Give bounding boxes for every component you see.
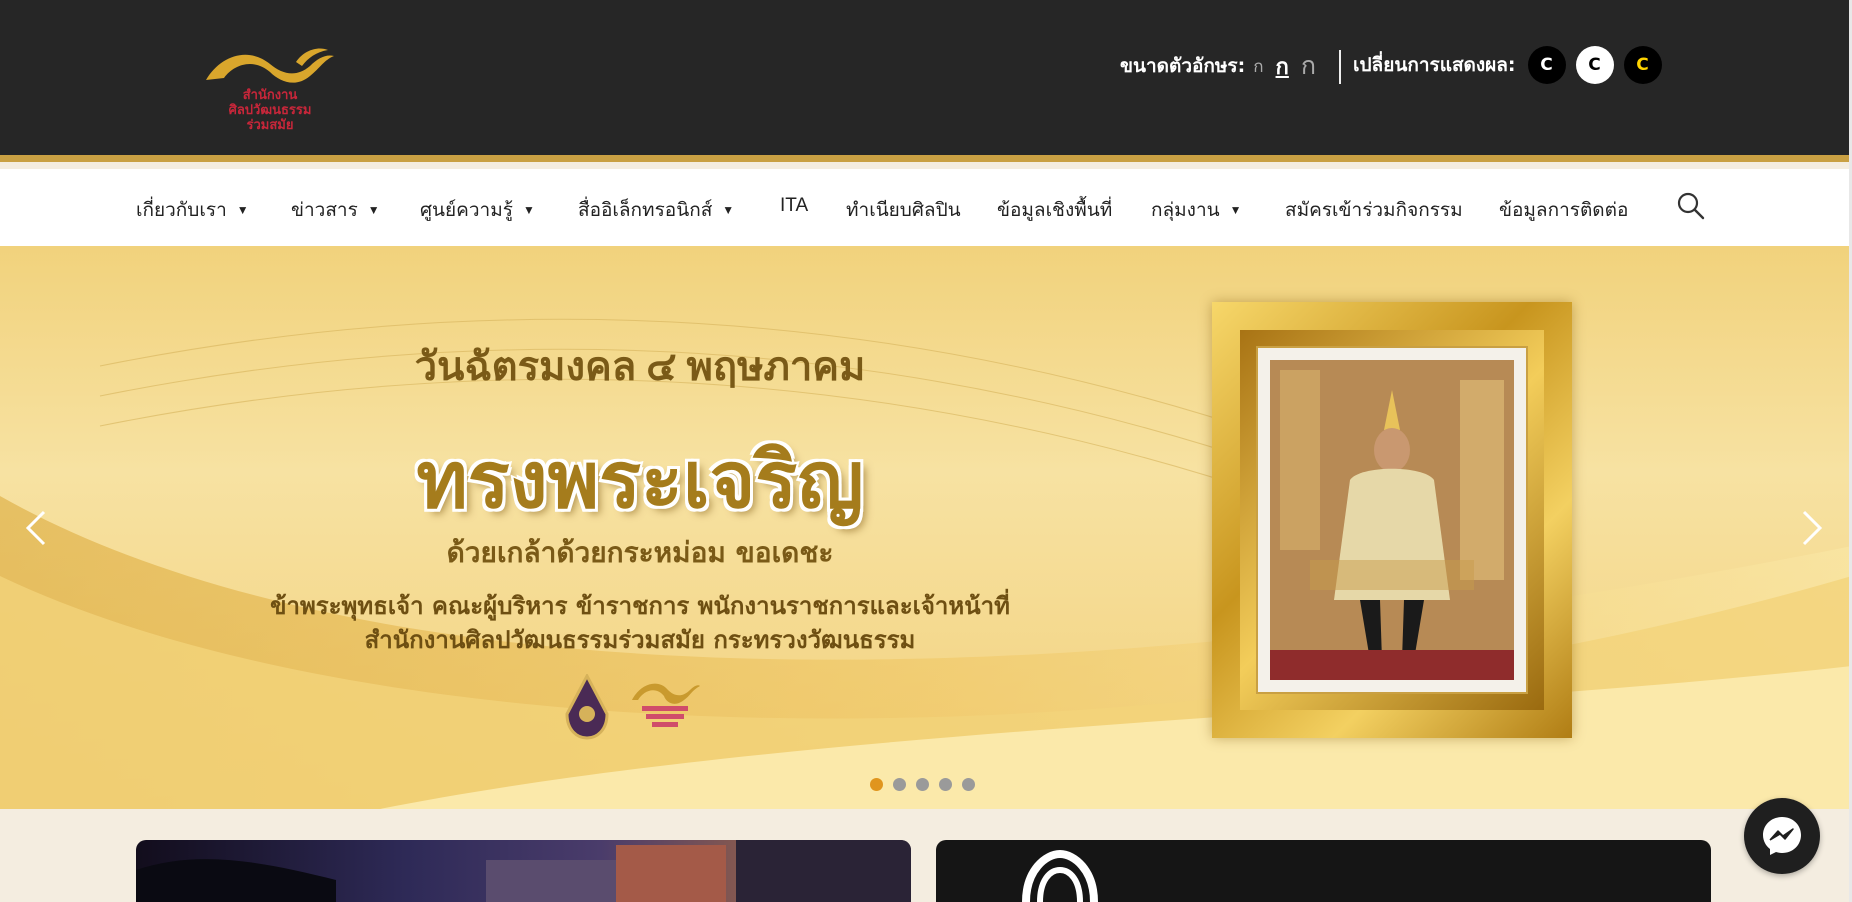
slider-dot-1[interactable] bbox=[870, 778, 883, 791]
nav-label: ข่าวสาร bbox=[291, 200, 358, 221]
nav-label: สมัครเข้าร่วมกิจกรรม bbox=[1285, 200, 1463, 221]
caret-down-icon: ▼ bbox=[722, 203, 735, 217]
nav-label: ITA bbox=[780, 195, 809, 216]
feature-card-left[interactable] bbox=[136, 840, 911, 902]
nav-item-spatial-data[interactable]: ข้อมูลเชิงพื้นที่ bbox=[997, 195, 1112, 225]
logo-wave-icon bbox=[206, 48, 334, 83]
nav-item-knowledge[interactable]: ศูนย์ความรู้ ▼ bbox=[420, 195, 535, 225]
nav-item-artist-directory[interactable]: ทำเนียบศิลปิน bbox=[846, 195, 961, 225]
display-mode-label: เปลี่ยนการแสดงผล: bbox=[1353, 54, 1516, 76]
font-size-label: ขนาดตัวอักษร: bbox=[1120, 55, 1246, 77]
hero-dedication-line-2: สำนักงานศิลปวัฒนธรรมร่วมสมัย กระทรวงวัฒน… bbox=[364, 626, 916, 654]
card-logo-icon bbox=[1022, 849, 1098, 902]
nav-label: ศูนย์ความรู้ bbox=[420, 200, 513, 221]
messenger-chat-button[interactable] bbox=[1744, 798, 1820, 874]
display-mode-light-button[interactable]: C bbox=[1575, 46, 1614, 84]
font-size-large-button[interactable]: ก bbox=[1301, 46, 1316, 86]
hero-slider: วันฉัตรมงคล ๔ พฤษภาคม ทรงพระเจริญ ด้วยเก… bbox=[0, 246, 1852, 809]
building-image bbox=[136, 840, 911, 902]
caret-down-icon: ▼ bbox=[522, 203, 535, 217]
main-nav: เกี่ยวกับเรา ▼ ข่าวสาร ▼ ศูนย์ความรู้ ▼ สื่… bbox=[0, 169, 1852, 247]
office-logo-icon bbox=[632, 683, 700, 727]
header-gold-line bbox=[0, 155, 1852, 162]
nav-item-contact[interactable]: ข้อมูลการติดต่อ bbox=[1499, 195, 1628, 225]
header-divider bbox=[1339, 50, 1341, 84]
caret-down-icon: ▼ bbox=[1229, 203, 1242, 217]
nav-item-electronic-media[interactable]: สื่ออิเล็กทรอนิกส์ ▼ bbox=[578, 195, 734, 225]
logo-line-3: ร่วมสมัย bbox=[246, 118, 294, 133]
search-icon[interactable] bbox=[1676, 191, 1706, 221]
slider-prev-arrow-icon[interactable] bbox=[22, 508, 52, 548]
hero-subtitle: ด้วยเกล้าด้วยกระหม่อม ขอเดชะ bbox=[446, 536, 834, 569]
royal-portrait-frame bbox=[1212, 302, 1572, 738]
nav-item-join-activity[interactable]: สมัครเข้าร่วมกิจกรรม bbox=[1285, 195, 1463, 225]
royal-portrait-image bbox=[1270, 360, 1514, 680]
slider-dot-3[interactable] bbox=[916, 778, 929, 791]
top-header: สำนักงาน ศิลปวัฒนธรรม ร่วมสมัย ขนาดตัวอั… bbox=[0, 0, 1852, 162]
hero-main-title: ทรงพระเจริญ bbox=[416, 437, 864, 524]
nav-item-news[interactable]: ข่าวสาร ▼ bbox=[291, 195, 380, 225]
ministry-emblem-icon bbox=[565, 674, 609, 740]
nav-label: ข้อมูลการติดต่อ bbox=[1499, 200, 1629, 221]
slider-dot-2[interactable] bbox=[893, 778, 906, 791]
nav-label: เกี่ยวกับเรา bbox=[136, 200, 227, 221]
caret-down-icon: ▼ bbox=[236, 203, 249, 217]
display-mode-high-contrast-button[interactable]: C bbox=[1623, 46, 1662, 84]
nav-item-ita[interactable]: ITA bbox=[780, 195, 808, 217]
nav-label: กลุ่มงาน bbox=[1151, 200, 1220, 221]
logo-line-2: ศิลปวัฒนธรรม bbox=[228, 103, 312, 118]
nav-label: สื่ออิเล็กทรอนิกส์ bbox=[578, 200, 713, 221]
site-logo[interactable]: สำนักงาน ศิลปวัฒนธรรม ร่วมสมัย bbox=[200, 42, 340, 147]
font-size-control: ขนาดตัวอักษร: ก ก ก bbox=[1120, 50, 1316, 82]
logo-line-1: สำนักงาน bbox=[242, 88, 298, 103]
hero-occasion-title: วันฉัตรมงคล ๔ พฤษภาคม bbox=[414, 344, 866, 389]
slider-pagination bbox=[870, 778, 985, 791]
display-mode-default-button[interactable]: C bbox=[1527, 46, 1566, 84]
nav-item-work-groups[interactable]: กลุ่มงาน ▼ bbox=[1151, 195, 1242, 225]
nav-label: ทำเนียบศิลปิน bbox=[846, 200, 961, 221]
slider-next-arrow-icon[interactable] bbox=[1796, 508, 1826, 548]
nav-item-about[interactable]: เกี่ยวกับเรา ▼ bbox=[136, 195, 249, 225]
font-size-small-button[interactable]: ก bbox=[1253, 53, 1263, 80]
slider-dot-4[interactable] bbox=[939, 778, 952, 791]
feature-card-right[interactable] bbox=[936, 840, 1711, 902]
caret-down-icon: ▼ bbox=[367, 203, 380, 217]
messenger-icon bbox=[1763, 817, 1801, 855]
slider-dot-5[interactable] bbox=[962, 778, 975, 791]
nav-label: ข้อมูลเชิงพื้นที่ bbox=[997, 200, 1113, 221]
portrait-illustration bbox=[1270, 360, 1514, 680]
display-mode-control: เปลี่ยนการแสดงผล: C C C bbox=[1353, 46, 1662, 84]
logo-text: สำนักงาน ศิลปวัฒนธรรม ร่วมสมัย bbox=[200, 88, 340, 133]
font-size-medium-button[interactable]: ก bbox=[1276, 49, 1289, 84]
